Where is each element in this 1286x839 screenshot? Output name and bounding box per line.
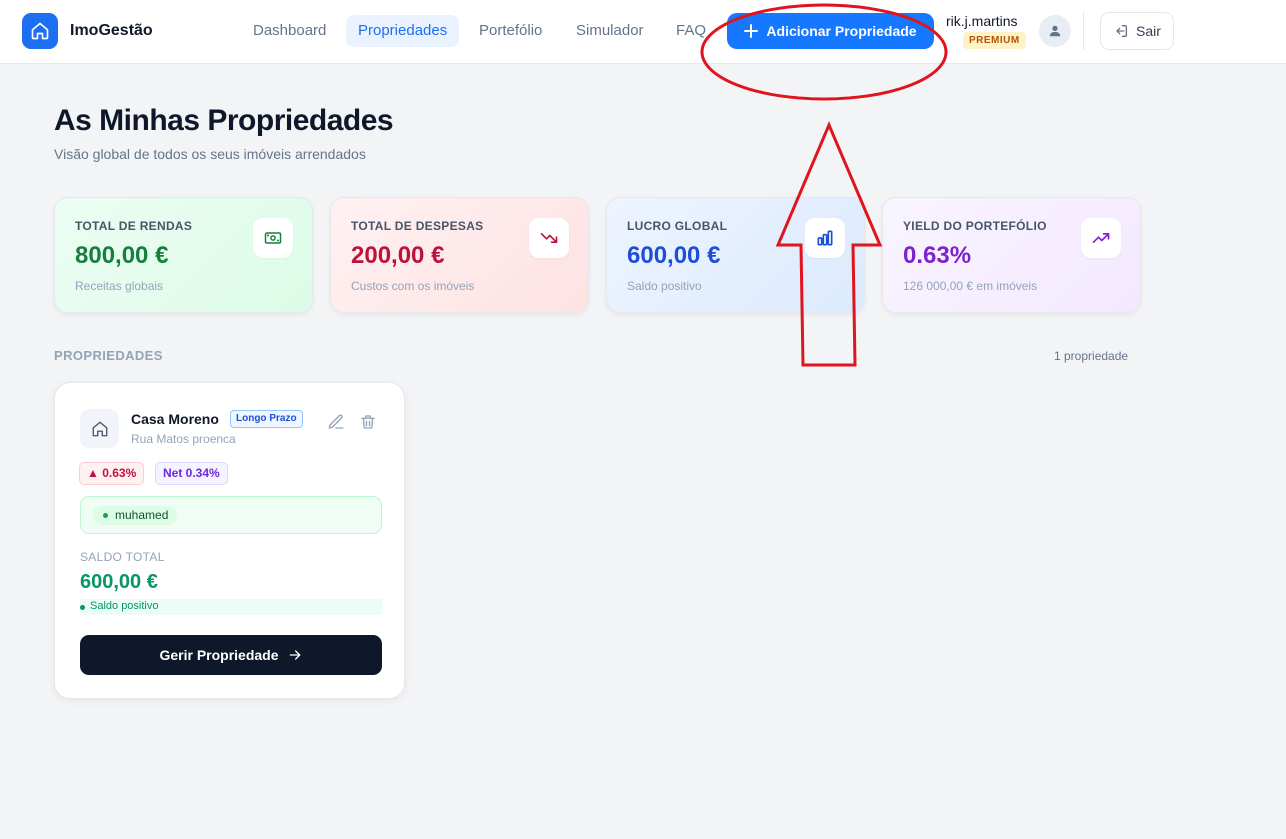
brand-name[interactable]: ImoGestão (70, 22, 153, 40)
plus-icon (744, 24, 759, 38)
nav-dashboard[interactable]: Dashboard (241, 15, 338, 47)
nav-faq[interactable]: FAQ (664, 15, 718, 47)
logout-button[interactable]: Sair (1100, 12, 1174, 50)
avatar[interactable] (1039, 15, 1071, 47)
stat-sub: Receitas globais (75, 279, 164, 293)
trending-down-icon (529, 218, 569, 258)
bar-chart-icon (805, 218, 845, 258)
nav-simulador[interactable]: Simulador (564, 15, 656, 47)
trending-up-icon (1081, 218, 1121, 258)
page-subtitle: Visão global de todos os seus imóveis ar… (54, 146, 366, 162)
home-logo-icon[interactable] (22, 13, 58, 49)
tenant-box: muhamed (80, 496, 382, 534)
top-navbar: ImoGestão Dashboard Propriedades Portefó… (0, 0, 1286, 64)
edit-icon[interactable] (327, 413, 345, 431)
manage-property-label: Gerir Propriedade (159, 647, 279, 663)
house-icon (80, 409, 119, 448)
stat-value: 200,00 € (351, 242, 445, 269)
tenant-pill[interactable]: muhamed (93, 506, 178, 525)
property-count: 1 propriedade (1054, 349, 1129, 363)
add-property-button[interactable]: Adicionar Propriedade (727, 13, 934, 49)
premium-badge: PREMIUM (963, 32, 1026, 49)
stat-sub: Saldo positivo (627, 279, 702, 293)
nav-portefolio[interactable]: Portefólio (467, 15, 554, 47)
stat-card-rendas: TOTAL DE RENDAS 800,00 € Receitas globai… (54, 197, 313, 313)
add-property-label: Adicionar Propriedade (766, 23, 917, 39)
stat-label: TOTAL DE RENDAS (75, 219, 193, 233)
page-title: As Minhas Propriedades (54, 104, 394, 137)
divider (1083, 12, 1084, 50)
user-icon (1049, 25, 1061, 37)
stat-label: LUCRO GLOBAL (627, 219, 728, 233)
manage-property-button[interactable]: Gerir Propriedade (80, 635, 382, 675)
money-icon (253, 218, 293, 258)
username: rik.j.martins (946, 13, 1018, 29)
stat-value: 600,00 € (627, 242, 721, 269)
stat-sub: 126 000,00 € em imóveis (903, 279, 1038, 293)
logout-label: Sair (1136, 23, 1161, 39)
balance-note: Saldo positivo (90, 600, 159, 612)
balance-status: Saldo positivo (80, 599, 382, 615)
section-label: PROPRIEDADES (54, 348, 163, 363)
net-yield-badge: Net 0.34% (155, 462, 228, 485)
logout-icon (1116, 25, 1128, 37)
arrow-right-icon (289, 650, 300, 660)
stat-value: 0.63% (903, 242, 972, 269)
nav-propriedades[interactable]: Propriedades (346, 15, 460, 47)
gross-yield-badge: ▲ 0.63% (79, 462, 145, 485)
stat-card-yield: YIELD DO PORTEFÓLIO 0.63% 126 000,00 € e… (882, 197, 1141, 313)
property-address: Rua Matos proenca (131, 432, 236, 446)
term-badge: Longo Prazo (230, 410, 303, 428)
stat-card-lucro: LUCRO GLOBAL 600,00 € Saldo positivo (606, 197, 865, 313)
balance-value: 600,00 € (80, 571, 158, 593)
stat-card-despesas: TOTAL DE DESPESAS 200,00 € Custos com os… (330, 197, 589, 313)
property-name: Casa Moreno (131, 411, 219, 427)
stat-value: 800,00 € (75, 242, 169, 269)
balance-label: SALDO TOTAL (80, 550, 165, 564)
stat-sub: Custos com os imóveis (351, 279, 475, 293)
trash-icon[interactable] (359, 413, 377, 431)
stat-label: YIELD DO PORTEFÓLIO (903, 219, 1047, 233)
property-card: Casa Moreno Longo Prazo Rua Matos proenc… (54, 382, 405, 699)
stat-label: TOTAL DE DESPESAS (351, 219, 484, 233)
